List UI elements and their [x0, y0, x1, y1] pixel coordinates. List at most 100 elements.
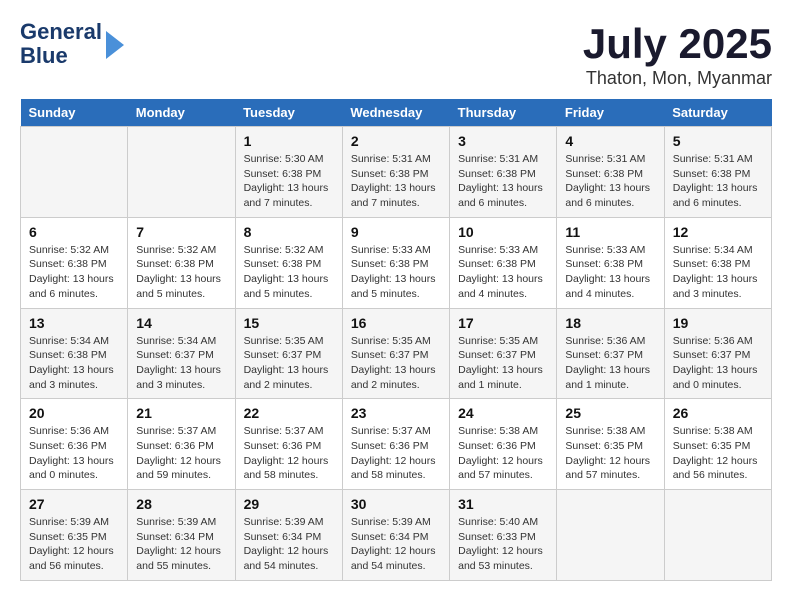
- calendar-cell: 18 Sunrise: 5:36 AM Sunset: 6:37 PM Dayli…: [557, 308, 664, 399]
- calendar-cell: 23 Sunrise: 5:37 AM Sunset: 6:36 PM Dayli…: [342, 399, 449, 490]
- day-info: Sunrise: 5:33 AM Sunset: 6:38 PM Dayligh…: [458, 243, 548, 302]
- day-number: 16: [351, 315, 441, 331]
- calendar-cell: 3Sunrise: 5:31 AM Sunset: 6:38 PM Daylig…: [450, 127, 557, 218]
- logo: General Blue: [20, 20, 124, 68]
- day-info: Sunrise: 5:30 AM Sunset: 6:38 PM Dayligh…: [244, 152, 334, 211]
- day-info: Sunrise: 5:32 AM Sunset: 6:38 PM Dayligh…: [136, 243, 226, 302]
- calendar-cell: [128, 127, 235, 218]
- weekday-header-tuesday: Tuesday: [235, 99, 342, 127]
- day-info: Sunrise: 5:40 AM Sunset: 6:33 PM Dayligh…: [458, 515, 548, 574]
- calendar-cell: 4Sunrise: 5:31 AM Sunset: 6:38 PM Daylig…: [557, 127, 664, 218]
- weekday-header-thursday: Thursday: [450, 99, 557, 127]
- day-info: Sunrise: 5:36 AM Sunset: 6:36 PM Dayligh…: [29, 424, 119, 483]
- day-number: 8: [244, 224, 334, 240]
- calendar-cell: 19 Sunrise: 5:36 AM Sunset: 6:37 PM Dayli…: [664, 308, 771, 399]
- day-number: 2: [351, 133, 441, 149]
- calendar-header: SundayMondayTuesdayWednesdayThursdayFrid…: [21, 99, 772, 127]
- calendar-cell: 1 Sunrise: 5:30 AM Sunset: 6:38 PM Daylig…: [235, 127, 342, 218]
- month-title: July 2025: [583, 20, 772, 68]
- day-info: Sunrise: 5:34 AM Sunset: 6:38 PM Dayligh…: [673, 243, 763, 302]
- calendar-cell: 11Sunrise: 5:33 AM Sunset: 6:38 PM Dayli…: [557, 217, 664, 308]
- day-number: 31: [458, 496, 548, 512]
- weekday-header-saturday: Saturday: [664, 99, 771, 127]
- calendar-cell: 13Sunrise: 5:34 AM Sunset: 6:38 PM Dayli…: [21, 308, 128, 399]
- day-info: Sunrise: 5:34 AM Sunset: 6:37 PM Dayligh…: [136, 334, 226, 393]
- day-info: Sunrise: 5:36 AM Sunset: 6:37 PM Dayligh…: [565, 334, 655, 393]
- week-row-2: 6 Sunrise: 5:32 AM Sunset: 6:38 PM Daylig…: [21, 217, 772, 308]
- calendar-cell: 9 Sunrise: 5:33 AM Sunset: 6:38 PM Daylig…: [342, 217, 449, 308]
- week-row-5: 27Sunrise: 5:39 AM Sunset: 6:35 PM Dayli…: [21, 490, 772, 581]
- location-label: Thaton, Mon, Myanmar: [583, 68, 772, 89]
- title-block: July 2025 Thaton, Mon, Myanmar: [583, 20, 772, 89]
- weekday-header-friday: Friday: [557, 99, 664, 127]
- calendar-cell: 5Sunrise: 5:31 AM Sunset: 6:38 PM Daylig…: [664, 127, 771, 218]
- day-number: 4: [565, 133, 655, 149]
- weekday-header-row: SundayMondayTuesdayWednesdayThursdayFrid…: [21, 99, 772, 127]
- day-number: 18: [565, 315, 655, 331]
- day-number: 27: [29, 496, 119, 512]
- day-info: Sunrise: 5:38 AM Sunset: 6:35 PM Dayligh…: [673, 424, 763, 483]
- day-number: 13: [29, 315, 119, 331]
- calendar-cell: 6 Sunrise: 5:32 AM Sunset: 6:38 PM Daylig…: [21, 217, 128, 308]
- day-number: 14: [136, 315, 226, 331]
- day-number: 17: [458, 315, 548, 331]
- day-number: 15: [244, 315, 334, 331]
- day-number: 26: [673, 405, 763, 421]
- day-info: Sunrise: 5:35 AM Sunset: 6:37 PM Dayligh…: [458, 334, 548, 393]
- day-number: 22: [244, 405, 334, 421]
- day-number: 30: [351, 496, 441, 512]
- day-info: Sunrise: 5:31 AM Sunset: 6:38 PM Dayligh…: [351, 152, 441, 211]
- logo-text: General Blue: [20, 20, 102, 68]
- calendar-cell: 17 Sunrise: 5:35 AM Sunset: 6:37 PM Dayli…: [450, 308, 557, 399]
- logo-line1: General: [20, 19, 102, 44]
- day-number: 24: [458, 405, 548, 421]
- calendar-cell: 20Sunrise: 5:36 AM Sunset: 6:36 PM Dayli…: [21, 399, 128, 490]
- day-number: 25: [565, 405, 655, 421]
- logo-arrow-icon: [106, 31, 124, 59]
- calendar-cell: 8 Sunrise: 5:32 AM Sunset: 6:38 PM Daylig…: [235, 217, 342, 308]
- day-info: Sunrise: 5:35 AM Sunset: 6:37 PM Dayligh…: [351, 334, 441, 393]
- calendar-cell: 28Sunrise: 5:39 AM Sunset: 6:34 PM Dayli…: [128, 490, 235, 581]
- calendar-cell: 15Sunrise: 5:35 AM Sunset: 6:37 PM Dayli…: [235, 308, 342, 399]
- page-header: General Blue July 2025 Thaton, Mon, Myan…: [20, 20, 772, 89]
- weekday-header-wednesday: Wednesday: [342, 99, 449, 127]
- day-number: 29: [244, 496, 334, 512]
- day-info: Sunrise: 5:39 AM Sunset: 6:34 PM Dayligh…: [351, 515, 441, 574]
- weekday-header-sunday: Sunday: [21, 99, 128, 127]
- day-number: 7: [136, 224, 226, 240]
- day-number: 6: [29, 224, 119, 240]
- day-info: Sunrise: 5:32 AM Sunset: 6:38 PM Dayligh…: [244, 243, 334, 302]
- calendar-table: SundayMondayTuesdayWednesdayThursdayFrid…: [20, 99, 772, 581]
- calendar-cell: 7 Sunrise: 5:32 AM Sunset: 6:38 PM Daylig…: [128, 217, 235, 308]
- day-number: 3: [458, 133, 548, 149]
- day-number: 28: [136, 496, 226, 512]
- logo-line2: Blue: [20, 43, 68, 68]
- day-number: 10: [458, 224, 548, 240]
- calendar-cell: 12 Sunrise: 5:34 AM Sunset: 6:38 PM Dayli…: [664, 217, 771, 308]
- calendar-cell: 29 Sunrise: 5:39 AM Sunset: 6:34 PM Dayli…: [235, 490, 342, 581]
- day-info: Sunrise: 5:38 AM Sunset: 6:36 PM Dayligh…: [458, 424, 548, 483]
- day-info: Sunrise: 5:37 AM Sunset: 6:36 PM Dayligh…: [136, 424, 226, 483]
- week-row-3: 13Sunrise: 5:34 AM Sunset: 6:38 PM Dayli…: [21, 308, 772, 399]
- calendar-cell: [557, 490, 664, 581]
- calendar-cell: 24 Sunrise: 5:38 AM Sunset: 6:36 PM Dayli…: [450, 399, 557, 490]
- day-number: 9: [351, 224, 441, 240]
- day-info: Sunrise: 5:36 AM Sunset: 6:37 PM Dayligh…: [673, 334, 763, 393]
- calendar-cell: 30 Sunrise: 5:39 AM Sunset: 6:34 PM Dayli…: [342, 490, 449, 581]
- calendar-cell: 2 Sunrise: 5:31 AM Sunset: 6:38 PM Daylig…: [342, 127, 449, 218]
- day-number: 1: [244, 133, 334, 149]
- day-info: Sunrise: 5:37 AM Sunset: 6:36 PM Dayligh…: [351, 424, 441, 483]
- day-number: 23: [351, 405, 441, 421]
- day-info: Sunrise: 5:32 AM Sunset: 6:38 PM Dayligh…: [29, 243, 119, 302]
- calendar-cell: 21Sunrise: 5:37 AM Sunset: 6:36 PM Dayli…: [128, 399, 235, 490]
- day-info: Sunrise: 5:39 AM Sunset: 6:34 PM Dayligh…: [244, 515, 334, 574]
- calendar-cell: [21, 127, 128, 218]
- day-info: Sunrise: 5:33 AM Sunset: 6:38 PM Dayligh…: [351, 243, 441, 302]
- day-info: Sunrise: 5:33 AM Sunset: 6:38 PM Dayligh…: [565, 243, 655, 302]
- day-number: 19: [673, 315, 763, 331]
- day-number: 12: [673, 224, 763, 240]
- day-info: Sunrise: 5:37 AM Sunset: 6:36 PM Dayligh…: [244, 424, 334, 483]
- week-row-4: 20Sunrise: 5:36 AM Sunset: 6:36 PM Dayli…: [21, 399, 772, 490]
- calendar-body: 1 Sunrise: 5:30 AM Sunset: 6:38 PM Daylig…: [21, 127, 772, 581]
- calendar-cell: [664, 490, 771, 581]
